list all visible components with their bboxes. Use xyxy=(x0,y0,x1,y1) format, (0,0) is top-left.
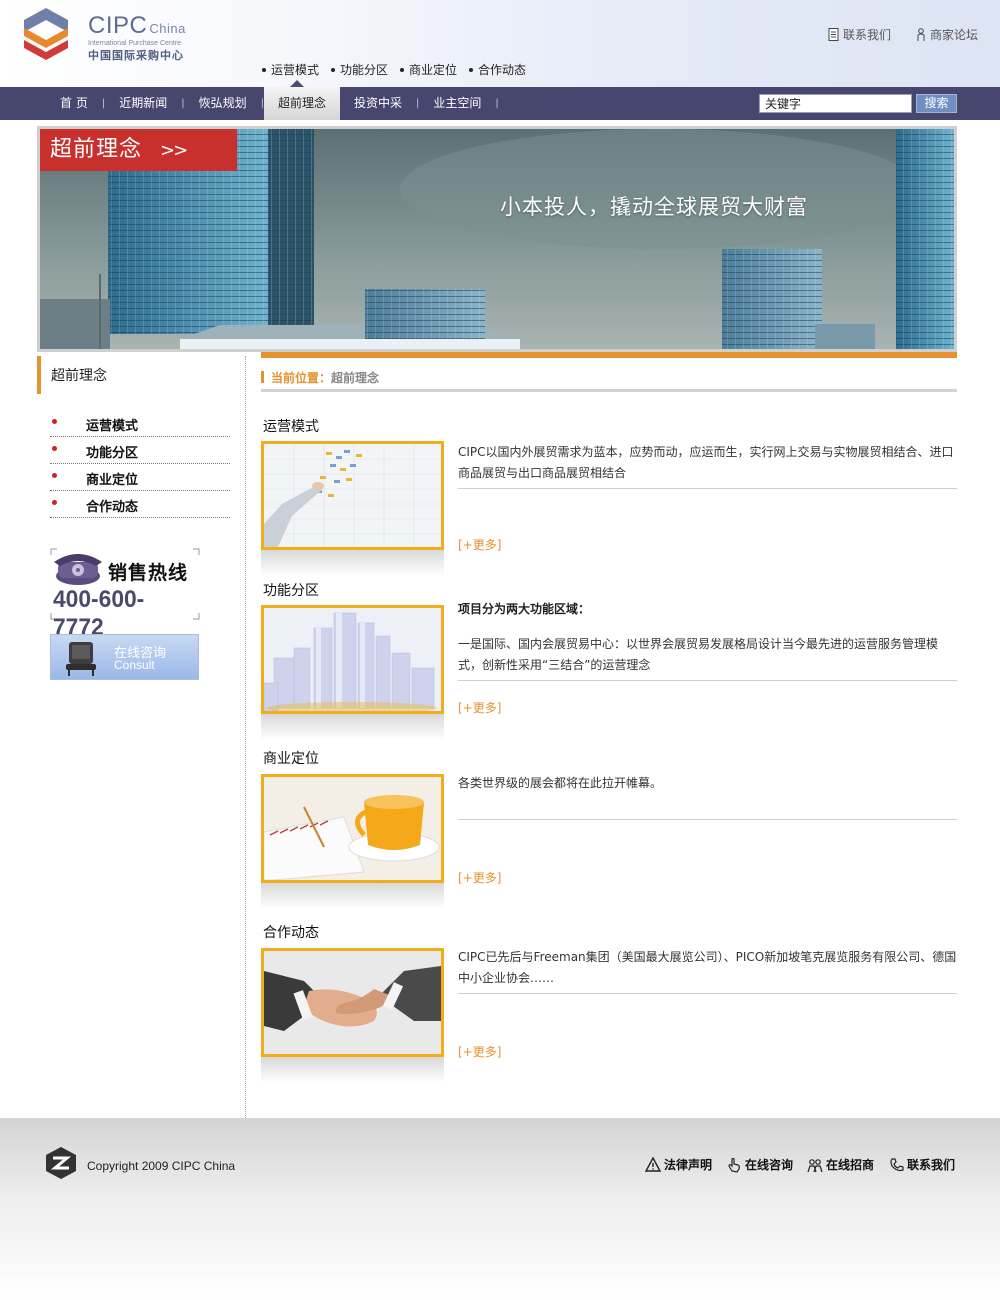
footer-legal-link[interactable]: 法律声明 xyxy=(644,1156,712,1173)
copyright: Copyright 2009 CIPC China xyxy=(87,1159,236,1173)
section-cooperation-news: 合作动态 CIPC已先后与Freeman集团（美国最大展览公司）、PICO新加坡… xyxy=(261,922,957,1087)
section-title: 功能分区 xyxy=(263,583,319,599)
banner: 超前理念 >> 小本投人，撬动全球展贸大财富 xyxy=(37,126,957,352)
sidebar-item-operation-mode[interactable]: 运营模式 xyxy=(50,410,230,437)
people-icon xyxy=(807,1158,823,1172)
footer-contact-link[interactable]: 联系我们 xyxy=(888,1156,955,1173)
nav-recent-news[interactable]: 近期新闻 xyxy=(105,87,181,120)
contact-us-link[interactable]: 联系我们 xyxy=(828,26,891,43)
cipc-footer-logo-icon xyxy=(46,1147,76,1179)
nav-advanced-concept[interactable]: 超前理念 xyxy=(263,87,340,120)
subnav-cooperation-news[interactable]: 合作动态 xyxy=(469,61,526,78)
sales-hotline: 销售热线 400-600-7772 xyxy=(50,548,200,641)
section-function-zones: 功能分区 项目分为两大功能区域： 一是国际、国内会展贸易中心：以世界会展贸易发展… xyxy=(261,580,957,745)
logo-cn-name: 中国国际采购中心 xyxy=(88,49,184,62)
sidebar-menu: 运营模式 功能分区 商业定位 合作动态 xyxy=(50,410,230,518)
search-button[interactable]: 搜索 xyxy=(916,94,957,113)
hand-pointer-icon xyxy=(728,1157,740,1173)
subnav-pointer-icon xyxy=(290,80,304,87)
banner-slogan: 小本投人，撬动全球展贸大财富 xyxy=(500,195,808,219)
section-title: 合作动态 xyxy=(263,925,319,941)
more-link[interactable]: [+更多] xyxy=(458,699,501,716)
document-icon xyxy=(828,28,839,41)
section-operation-mode: 运营模式 CIPC以国内外展贸需求为蓝本，应势而动，应运而生，实行网上交易与实物 xyxy=(261,416,957,581)
section-image-handshake[interactable] xyxy=(261,948,444,1057)
section-text: CIPC已先后与Freeman集团（美国最大展览公司）、PICO新加坡笔克展览服… xyxy=(458,947,957,994)
subnav-operation-mode[interactable]: 运营模式 xyxy=(262,61,319,78)
subnav-function-zones[interactable]: 功能分区 xyxy=(331,61,388,78)
section-image-whiteboard[interactable] xyxy=(261,441,444,550)
warning-icon xyxy=(644,1156,661,1172)
online-consult-button[interactable]: 在线咨询 Consult xyxy=(50,634,199,680)
headset-chair-icon xyxy=(66,642,96,676)
column-divider xyxy=(245,356,246,1118)
section-text: 各类世界级的展会都将在此拉开帷幕。 xyxy=(458,773,957,820)
content-top-bar xyxy=(261,352,957,358)
merchant-forum-link[interactable]: 商家论坛 xyxy=(915,26,978,43)
cipc-logo-icon xyxy=(24,8,68,60)
logo-en-name: International Purchase Centre xyxy=(88,40,181,47)
nav-grand-plan[interactable]: 恢弘规划 xyxy=(185,87,261,120)
logo-brand: CIPC China xyxy=(88,12,186,39)
footer-links: 法律声明 在线咨询 在线招商 联系我们 xyxy=(644,1156,955,1173)
sidebar-item-function-zones[interactable]: 功能分区 xyxy=(50,437,230,464)
top-links: 联系我们 商家论坛 xyxy=(828,26,978,43)
banner-tag: 超前理念 >> xyxy=(40,129,237,171)
footer-recruit-link[interactable]: 在线招商 xyxy=(807,1156,874,1173)
more-link[interactable]: [+更多] xyxy=(458,1043,501,1060)
nav-home[interactable]: 首 页 xyxy=(46,87,102,120)
nav-owner-space[interactable]: 业主空间 xyxy=(419,87,495,120)
telephone-icon xyxy=(54,554,102,585)
footer: Copyright 2009 CIPC China 法律声明 在线咨询 在线招商… xyxy=(0,1118,1000,1300)
double-chevron-icon: >> xyxy=(160,140,188,161)
section-text: 项目分为两大功能区域： 一是国际、国内会展贸易中心：以世界会展贸易发展格局设计当… xyxy=(458,599,957,681)
hotline-label: 销售热线 xyxy=(108,562,189,584)
nav-invest[interactable]: 投资中采 xyxy=(340,87,416,120)
person-icon xyxy=(917,28,925,41)
sidebar-item-cooperation-news[interactable]: 合作动态 xyxy=(50,491,230,518)
phone-icon xyxy=(890,1157,904,1171)
section-lead: 项目分为两大功能区域： xyxy=(458,602,591,616)
breadcrumb: 当前位置：超前理念 xyxy=(261,369,957,392)
search-input[interactable] xyxy=(759,94,912,113)
section-text: CIPC以国内外展贸需求为蓝本，应势而动，应运而生，实行网上交易与实物展贸相结合… xyxy=(458,442,957,489)
section-title: 商业定位 xyxy=(263,751,319,767)
subnav-business-positioning[interactable]: 商业定位 xyxy=(400,61,457,78)
section-image-city-model[interactable] xyxy=(261,605,444,714)
section-business-positioning: 商业定位 各类世界级的展会都将在此拉开帷幕。 [+更多] xyxy=(261,748,957,913)
section-title: 运营模式 xyxy=(263,419,319,435)
header: CIPC China International Purchase Centre … xyxy=(0,0,1000,87)
footer-consult-link[interactable]: 在线咨询 xyxy=(726,1156,793,1173)
sub-navigation: 运营模式 功能分区 商业定位 合作动态 xyxy=(262,61,526,78)
more-link[interactable]: [+更多] xyxy=(458,536,501,553)
logo[interactable]: CIPC China International Purchase Centre … xyxy=(20,6,195,66)
section-image-coffee-notebook[interactable] xyxy=(261,774,444,883)
sidebar-item-business-positioning[interactable]: 商业定位 xyxy=(50,464,230,491)
more-link[interactable]: [+更多] xyxy=(458,869,501,886)
sidebar-title: 超前理念 xyxy=(37,356,244,394)
